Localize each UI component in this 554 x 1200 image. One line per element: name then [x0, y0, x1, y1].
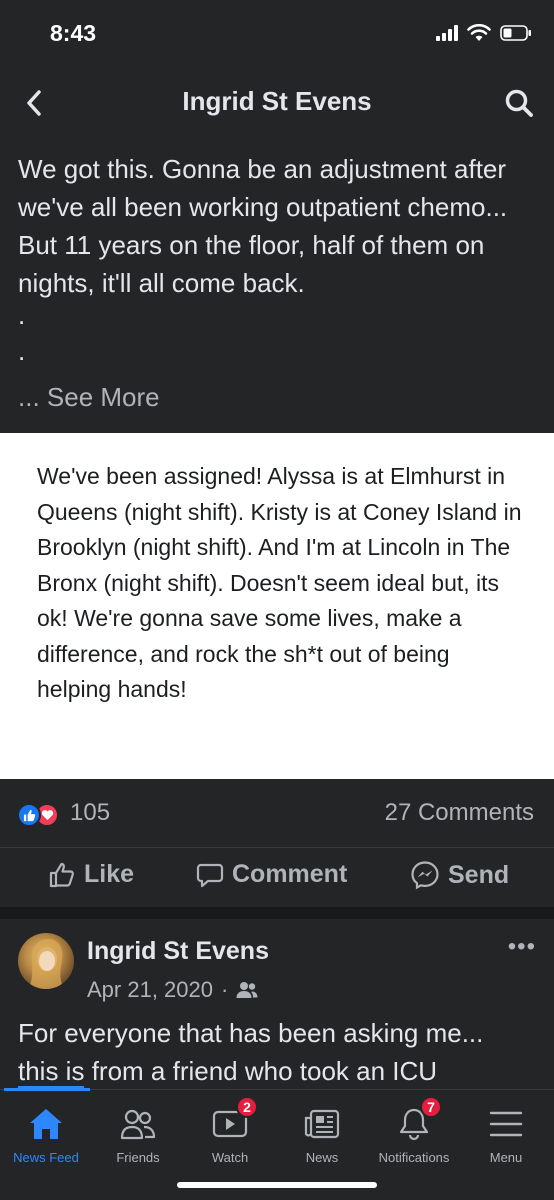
reactions-row: 105 27 Comments — [0, 779, 554, 847]
wifi-icon — [467, 24, 491, 41]
comment-icon — [196, 863, 224, 887]
tab-label: News Feed — [13, 1150, 79, 1165]
shared-image-text: We've been assigned! Alyssa is at Elmhur… — [37, 463, 522, 702]
status-bar: 8:43 — [0, 0, 554, 70]
post-separator — [0, 907, 554, 919]
like-button[interactable]: Like — [48, 860, 134, 889]
comment-button[interactable]: Comment — [196, 860, 347, 889]
thumbs-up-icon — [49, 862, 74, 887]
post-meta: Apr 21, 2020 · — [87, 977, 258, 1003]
see-more-link[interactable]: ... See More — [18, 382, 160, 413]
friends-icon — [118, 1104, 158, 1144]
like-reaction-icon — [17, 803, 41, 827]
bell-icon: 7 — [394, 1096, 442, 1144]
post-actions: Like Comment Send — [0, 847, 554, 907]
news-icon — [302, 1104, 342, 1144]
next-post-text: For everyone that has been asking me... … — [18, 1014, 538, 1090]
tab-news-feed[interactable]: News Feed — [0, 1104, 92, 1165]
home-indicator[interactable] — [177, 1182, 377, 1188]
tab-label: Menu — [489, 1150, 523, 1165]
menu-icon — [486, 1104, 526, 1144]
avatar[interactable] — [18, 933, 74, 989]
status-icons — [436, 24, 532, 42]
next-post-link[interactable]: this is — [18, 1056, 85, 1089]
battery-icon — [500, 25, 531, 41]
reaction-count[interactable]: 105 — [70, 799, 110, 827]
status-time: 8:43 — [50, 20, 97, 46]
send-button[interactable]: Send — [410, 860, 509, 890]
signal-icon — [436, 25, 458, 41]
post-date[interactable]: Apr 21, 2020 — [87, 977, 213, 1003]
active-tab-indicator — [4, 1088, 90, 1091]
comments-count[interactable]: 27 Comments — [385, 799, 534, 827]
tab-label: Friends — [116, 1150, 160, 1165]
header: Ingrid St Evens — [0, 70, 554, 136]
messenger-icon — [411, 861, 439, 890]
shared-image[interactable]: We've been assigned! Alyssa is at Elmhur… — [0, 433, 554, 779]
reaction-icons[interactable] — [17, 803, 59, 827]
like-label: Like — [84, 860, 135, 888]
more-options-icon[interactable]: ••• — [508, 933, 536, 961]
next-post-rest: from a friend who took an ICU — [84, 1056, 438, 1086]
tab-news[interactable]: News — [276, 1104, 368, 1165]
comment-label: Comment — [232, 860, 348, 888]
meta-separator: · — [220, 977, 229, 1002]
watch-badge: 2 — [236, 1096, 258, 1118]
tab-menu[interactable]: Menu — [460, 1104, 552, 1165]
send-label: Send — [448, 860, 510, 889]
tab-label: Watch — [211, 1150, 249, 1165]
home-icon — [26, 1104, 66, 1144]
tab-notifications[interactable]: 7 Notifications — [368, 1096, 460, 1165]
friends-audience-icon — [236, 982, 258, 998]
post-dot: . — [18, 336, 26, 366]
post-text: We got this. Gonna be an adjustment afte… — [18, 154, 508, 298]
search-button[interactable] — [500, 84, 538, 122]
post-dots: . . — [18, 300, 25, 366]
search-icon — [505, 89, 533, 117]
tab-label: News — [305, 1150, 339, 1165]
tab-label: Notifications — [378, 1150, 450, 1165]
author-name[interactable]: Ingrid St Evens — [87, 937, 269, 966]
page-title: Ingrid St Evens — [182, 86, 372, 116]
bottom-tab-bar: News Feed Friends 2 Watch News 7 Notific… — [0, 1088, 554, 1200]
tab-watch[interactable]: 2 Watch — [184, 1096, 276, 1165]
next-post-line1: For everyone that has been asking me... — [18, 1018, 484, 1048]
next-post: Ingrid St Evens Apr 21, 2020 · ••• For e… — [0, 919, 554, 1089]
watch-icon: 2 — [210, 1096, 258, 1144]
post-dot: . — [18, 300, 26, 330]
tab-friends[interactable]: Friends — [92, 1104, 184, 1165]
notifications-badge: 7 — [420, 1096, 442, 1118]
